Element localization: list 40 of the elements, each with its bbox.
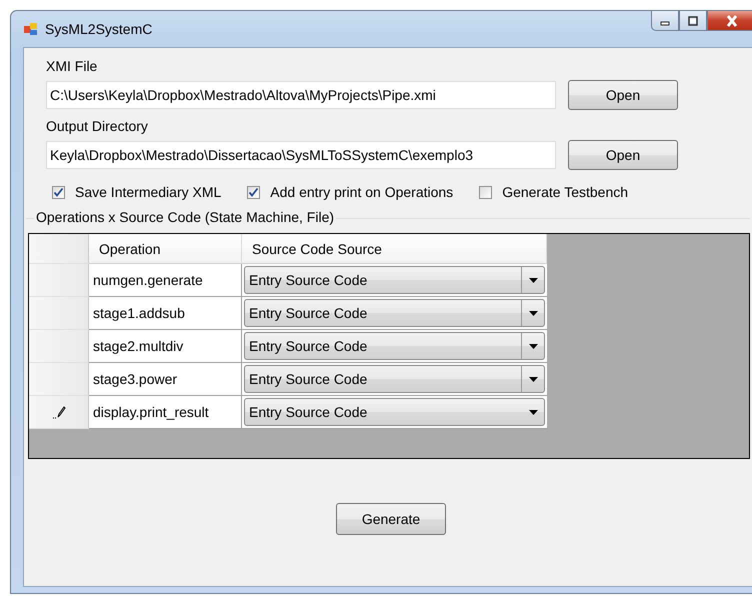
- dropdown-arrow-icon: [528, 310, 538, 316]
- dropdown-arrow-icon: [528, 410, 538, 414]
- open-button[interactable]: Open: [568, 80, 678, 110]
- table-cell: stage3.power: [89, 363, 242, 396]
- table-cell: display.print_result: [89, 396, 242, 429]
- minimize-button[interactable]: [651, 11, 679, 31]
- dropdown-arrow-icon: [528, 376, 538, 382]
- table-cell: stage1.addsub: [89, 297, 242, 330]
- checkbox-label: Add entry print on Operations: [270, 184, 454, 200]
- pencil-icon: [52, 405, 66, 419]
- window-title: SysML2SystemC: [45, 21, 152, 37]
- source-dropdown[interactable]: Entry Source Code: [244, 299, 545, 327]
- app-icon: [23, 21, 39, 37]
- table-cell: numgen.generate: [89, 264, 242, 297]
- source-dropdown[interactable]: Entry Source Code: [244, 266, 545, 294]
- group-title: Operations x Source Code (State Machine, File): [34, 209, 336, 225]
- source-dropdown[interactable]: Entry Source Code: [244, 365, 545, 393]
- checkbox-label: Generate Testbench: [502, 184, 628, 200]
- output-directory-field[interactable]: Keyla\Dropbox\Mestrado\Dissertacao\SysMLToSSystemC\exemplo3: [46, 141, 556, 169]
- checkbox[interactable]: [479, 186, 492, 198]
- dropdown-arrow-icon: [528, 278, 538, 282]
- column-header[interactable]: Source Code Source: [242, 234, 547, 264]
- column-header[interactable]: Operation: [89, 234, 242, 264]
- open-button[interactable]: Open: [568, 140, 678, 170]
- field-label: XMI File: [46, 58, 98, 76]
- maximize-icon: [687, 16, 699, 26]
- corner-header: [29, 234, 89, 264]
- checkbox[interactable]: [52, 186, 65, 198]
- close-button[interactable]: [707, 11, 752, 31]
- close-icon: [725, 14, 739, 26]
- field-label: Output Directory: [46, 118, 149, 136]
- source-dropdown[interactable]: Entry Source Code: [244, 332, 545, 360]
- xmi-file-field[interactable]: C:\Users\Keyla\Dropbox\Mestrado\Altova\MyProjects\Pipe.xmi: [46, 81, 556, 109]
- source-dropdown[interactable]: Entry Source Code: [244, 398, 545, 426]
- checkbox-label: Save Intermediary XML: [75, 184, 222, 200]
- checkbox[interactable]: [247, 186, 260, 198]
- generate-button[interactable]: Generate: [336, 503, 446, 535]
- table-cell: stage2.multdiv: [89, 330, 242, 363]
- dropdown-arrow-icon: [528, 344, 538, 348]
- maximize-button[interactable]: [679, 11, 707, 31]
